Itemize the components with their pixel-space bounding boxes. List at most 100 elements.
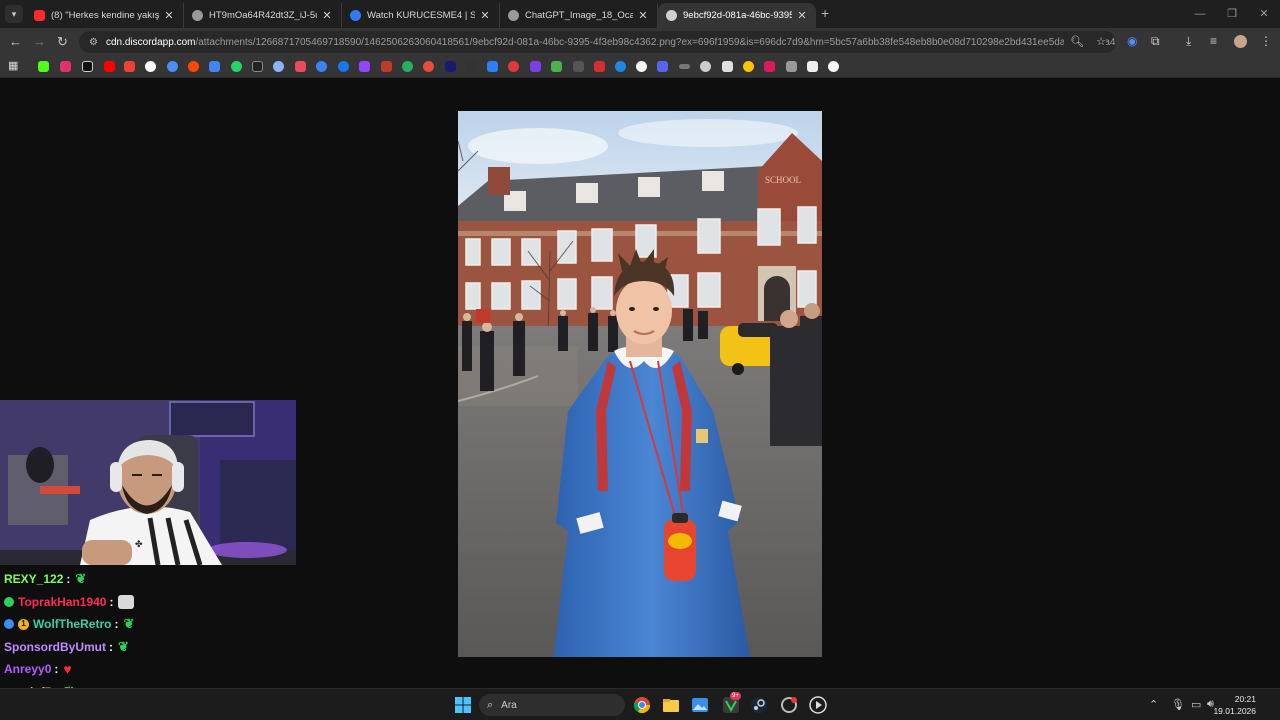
chrome-icon[interactable]: [633, 696, 651, 714]
translate-icon[interactable]: [209, 61, 220, 72]
extensions-puzzle-icon[interactable]: ⧉: [1151, 34, 1160, 49]
tab-title: (8) "Herkes kendine yakışanı yaşar": [51, 10, 159, 21]
new-tab-button[interactable]: +: [821, 5, 829, 21]
media-player-icon[interactable]: [809, 696, 827, 714]
app-icon[interactable]: [780, 696, 798, 714]
bookmark-icon[interactable]: [167, 61, 178, 72]
bookmark-icon[interactable]: [743, 61, 754, 72]
whatsapp-icon[interactable]: [231, 61, 242, 72]
bookmark-icon[interactable]: [252, 61, 263, 72]
bookmark-icon[interactable]: [636, 61, 647, 72]
tab-list: (8) "Herkes kendine yakışanı yaşar" ✕ HT…: [26, 3, 816, 28]
bookmark-star-icon[interactable]: ☆: [1096, 35, 1106, 48]
network-icon[interactable]: ▭: [1191, 698, 1201, 711]
taskbar-search[interactable]: ⌕ Ara: [479, 694, 625, 716]
bookmark-icon[interactable]: [508, 61, 519, 72]
tab-chatgpt-image[interactable]: ChatGPT_Image_18_Oca_2026_ ✕: [500, 3, 658, 28]
tab-close-icon[interactable]: ✕: [637, 9, 649, 22]
forward-button[interactable]: →: [33, 34, 46, 49]
extension-icon[interactable]: ◉: [1127, 34, 1137, 48]
tab-close-icon[interactable]: ✕: [796, 9, 808, 22]
chat-message: Anreyy0 : ♥: [4, 658, 304, 681]
tab-close-icon[interactable]: ✕: [163, 9, 175, 22]
twitch-icon[interactable]: [359, 61, 370, 72]
bookmark-icon[interactable]: [700, 61, 711, 72]
bookmark-icon[interactable]: [402, 61, 413, 72]
zoom-icon[interactable]: 🔍︎: [1070, 35, 1084, 48]
restore-button[interactable]: ❐: [1216, 0, 1248, 28]
tab-png-image[interactable]: HT9mOa64R42dt3Z_iJ-5uQ.png ✕: [184, 3, 342, 28]
taskbar-clock[interactable]: 20:21 19.01.2026: [1213, 693, 1256, 717]
bookmark-icon[interactable]: [295, 61, 306, 72]
bookmark-icon[interactable]: [679, 64, 690, 69]
show-hidden-icons[interactable]: ⌃: [1149, 698, 1158, 711]
bookmark-icon[interactable]: [828, 61, 839, 72]
tab-close-icon[interactable]: ✕: [321, 9, 333, 22]
bookmark-icon[interactable]: [786, 61, 797, 72]
url-path: /attachments/1266871705469718590/1462506…: [195, 36, 1116, 48]
school-sign: SCHOOL: [765, 175, 801, 185]
facebook-icon[interactable]: [338, 61, 349, 72]
bookmark-icon[interactable]: [423, 61, 434, 72]
chat-username: ToprakHan1940: [18, 594, 107, 609]
kick-icon[interactable]: [38, 61, 49, 72]
bookmark-icon[interactable]: [573, 61, 584, 72]
reading-list-icon[interactable]: ≡: [1210, 34, 1217, 48]
bookmark-icon[interactable]: [316, 61, 327, 72]
youtube-bookmark-icon[interactable]: [104, 61, 115, 72]
webcam-overlay: ✤: [0, 400, 296, 565]
bookmark-icon[interactable]: [594, 61, 605, 72]
minimize-button[interactable]: —: [1184, 0, 1216, 28]
tab-streamable[interactable]: Watch KURUCESME4 | Streamable ✕: [342, 3, 500, 28]
profile-avatar[interactable]: [1234, 35, 1247, 48]
apps-grid-icon[interactable]: ▦: [8, 59, 18, 72]
window-controls: — ❐ ✕: [1184, 0, 1280, 28]
x-twitter-icon[interactable]: [82, 61, 93, 72]
chat-message: SponsordByUmut : ❦: [4, 636, 304, 659]
screen: ▾ (8) "Herkes kendine yakışanı yaşar" ✕ …: [0, 0, 1280, 720]
bookmark-icon[interactable]: [615, 61, 626, 72]
bookmark-icon[interactable]: [764, 61, 775, 72]
tab-active-image[interactable]: 9ebcf92d-081a-46bc-9395-4f3eb98c4362.png…: [658, 3, 816, 28]
menu-icon[interactable]: ⋮: [1260, 34, 1272, 48]
close-window-button[interactable]: ✕: [1248, 0, 1280, 28]
tab-title: HT9mOa64R42dt3Z_iJ-5uQ.png: [209, 10, 317, 21]
tab-title: ChatGPT_Image_18_Oca_2026_: [525, 10, 633, 21]
reload-button[interactable]: ↻: [57, 34, 68, 50]
notification-badge: 9+: [730, 692, 741, 700]
discord-icon[interactable]: [657, 61, 668, 72]
file-explorer-icon[interactable]: [662, 696, 680, 714]
reddit-icon[interactable]: [188, 61, 199, 72]
google-icon[interactable]: [145, 61, 156, 72]
cat-emote-icon: [118, 594, 135, 609]
microphone-icon[interactable]: 🎙︎: [1171, 698, 1185, 711]
back-button[interactable]: ←: [9, 34, 22, 49]
bookmark-icon[interactable]: [445, 61, 456, 72]
bookmark-icon[interactable]: [551, 61, 562, 72]
tab-close-icon[interactable]: ✕: [479, 9, 491, 22]
streamable-icon: [350, 10, 361, 21]
photos-icon[interactable]: [691, 696, 709, 714]
subscriber-badge-icon: 1: [18, 618, 29, 630]
displayed-image: SCHOOL: [458, 111, 822, 657]
bookmark-icon[interactable]: [381, 61, 392, 72]
instagram-icon[interactable]: [60, 61, 71, 72]
taskbar: ⌕ Ara 9+ ⌃ 🎙︎ ▭ 🔊︎ 20:21 19.01.2026: [0, 688, 1280, 720]
windows-start-icon[interactable]: [454, 696, 472, 714]
globe-icon: [192, 10, 203, 21]
bookmark-icon[interactable]: [722, 61, 733, 72]
clock-date: 19.01.2026: [1213, 706, 1256, 716]
steam-icon[interactable]: [750, 696, 768, 714]
bookmark-icon[interactable]: [466, 61, 477, 72]
site-info-icon[interactable]: ⚙: [89, 37, 98, 48]
tab-youtube[interactable]: (8) "Herkes kendine yakışanı yaşar" ✕: [26, 3, 184, 28]
bookmark-icon[interactable]: [273, 61, 284, 72]
tab-search-button[interactable]: ▾: [5, 5, 23, 23]
chat-badge-icon: [4, 596, 14, 607]
download-icon[interactable]: ⤓: [1186, 34, 1191, 49]
bookmark-icon[interactable]: [530, 61, 541, 72]
gmail-icon[interactable]: [124, 61, 135, 72]
bookmark-icon[interactable]: [487, 61, 498, 72]
address-bar[interactable]: ⚙ cdn.discordapp.com/attachments/1266871…: [79, 31, 1116, 53]
bookmark-icon[interactable]: [807, 61, 818, 72]
